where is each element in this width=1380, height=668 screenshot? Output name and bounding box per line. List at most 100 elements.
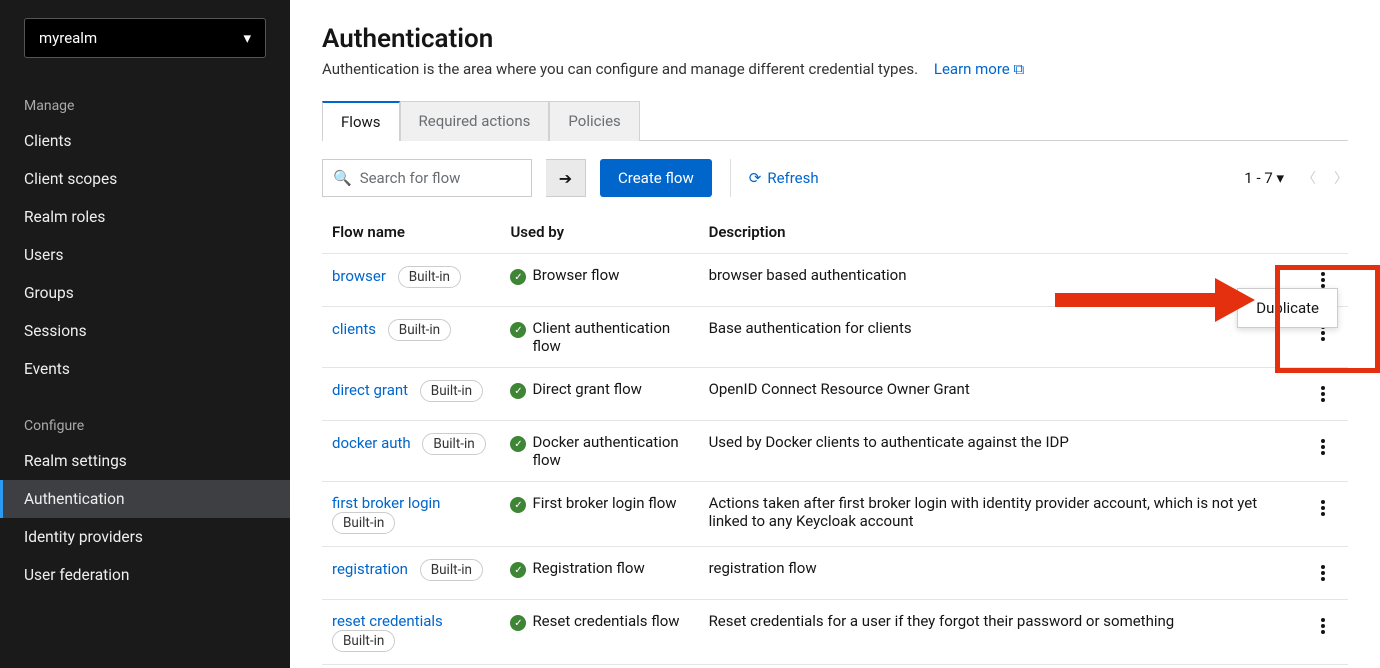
tab-policies[interactable]: Policies <box>549 101 639 141</box>
kebab-menu-button[interactable] <box>1308 380 1338 408</box>
flow-link[interactable]: clients <box>332 320 376 338</box>
table-row: browser Built-in✓Browser flowbrowser bas… <box>322 254 1348 307</box>
cell-actions <box>1298 482 1348 547</box>
table-row: registration Built-in ✓ Registration flow r… <box>322 547 1348 600</box>
check-icon: ✓ <box>510 562 526 578</box>
sidebar-item-client-scopes[interactable]: Client scopes <box>0 160 290 198</box>
used-by-text: First broker login flow <box>532 494 676 512</box>
cell-actions <box>1298 600 1348 665</box>
table-row: first broker login Built-in ✓ First broker… <box>322 482 1348 547</box>
cell-used-by: ✓ Reset credentials flow <box>500 600 698 665</box>
caret-down-icon: ▾ <box>243 29 251 47</box>
cell-description: Reset credentials for a user if they for… <box>699 600 1298 665</box>
column-header: Flow name <box>322 211 500 254</box>
cell-description: Used by Docker clients to authenticate a… <box>699 421 1298 482</box>
builtin-badge: Built-in <box>388 319 451 341</box>
column-header: Used by <box>500 211 698 254</box>
tab-required-actions[interactable]: Required actions <box>400 101 550 141</box>
learn-more-text: Learn more <box>934 60 1010 78</box>
cell-flow-name: browser Built-in <box>322 254 500 307</box>
cell-flow-name: registration Built-in <box>322 547 500 600</box>
flow-link[interactable]: reset credentials <box>332 612 443 630</box>
sidebar-item-events[interactable]: Events <box>0 350 290 388</box>
flow-link[interactable]: docker auth <box>332 434 411 452</box>
check-icon: ✓ <box>510 269 526 285</box>
builtin-badge: Built-in <box>332 630 395 652</box>
refresh-button[interactable]: ⟳ Refresh <box>749 169 819 187</box>
cell-used-by: ✓Direct grant flow <box>500 368 698 421</box>
cell-actions <box>1298 547 1348 600</box>
realm-selector[interactable]: myrealm ▾ <box>24 18 266 58</box>
cell-flow-name: direct grant Built-in <box>322 368 500 421</box>
builtin-badge: Built-in <box>332 512 395 534</box>
flow-link[interactable]: registration <box>332 560 408 578</box>
sidebar-item-realm-settings[interactable]: Realm settings <box>0 442 290 480</box>
pager-next-button[interactable]: 〉 <box>1334 168 1348 188</box>
sidebar-item-groups[interactable]: Groups <box>0 274 290 312</box>
refresh-icon: ⟳ <box>749 169 762 187</box>
sidebar-item-authentication[interactable]: Authentication <box>0 480 290 518</box>
sidebar: myrealm ▾ Manage ClientsClient scopesRea… <box>0 0 290 668</box>
check-icon: ✓ <box>510 497 526 513</box>
used-by-text: Registration flow <box>532 559 644 577</box>
sidebar-item-user-federation[interactable]: User federation <box>0 556 290 594</box>
flow-link[interactable]: browser <box>332 267 386 285</box>
main-content: Authentication Authentication is the are… <box>290 0 1380 668</box>
realm-name: myrealm <box>39 29 97 47</box>
kebab-menu-button[interactable] <box>1308 494 1338 522</box>
search-submit-button[interactable]: ➔ <box>546 159 586 197</box>
section-manage-header: Manage <box>0 90 290 122</box>
table-row: reset credentials Built-in ✓ Reset credent… <box>322 600 1348 665</box>
check-icon: ✓ <box>510 615 526 631</box>
menu-item-duplicate[interactable]: Duplicate <box>1256 299 1319 317</box>
refresh-label: Refresh <box>767 169 818 187</box>
sidebar-item-users[interactable]: Users <box>0 236 290 274</box>
toolbar: 🔍 Search for flow ➔ Create flow ⟳ Refres… <box>322 159 1348 197</box>
section-configure-header: Configure <box>0 410 290 442</box>
cell-flow-name: reset credentials Built-in <box>322 600 500 665</box>
kebab-menu-button[interactable] <box>1308 612 1338 640</box>
sidebar-item-identity-providers[interactable]: Identity providers <box>0 518 290 556</box>
used-by-text: Docker authentication flow <box>532 433 688 469</box>
search-input[interactable]: 🔍 Search for flow <box>322 159 532 197</box>
builtin-badge: Built-in <box>420 380 483 402</box>
column-actions <box>1298 211 1348 254</box>
flow-link[interactable]: direct grant <box>332 381 408 399</box>
builtin-badge: Built-in <box>422 433 485 455</box>
cell-flow-name: docker auth Built-in <box>322 421 500 482</box>
cell-description: Actions taken after first broker login w… <box>699 482 1298 547</box>
sidebar-item-clients[interactable]: Clients <box>0 122 290 160</box>
tab-flows[interactable]: Flows <box>322 101 400 141</box>
check-icon: ✓ <box>510 436 526 452</box>
cell-used-by: ✓ Registration flow <box>500 547 698 600</box>
table-row: docker auth Built-in ✓ Docker authenticati… <box>322 421 1348 482</box>
pager-range[interactable]: 1 - 7 ▾ <box>1244 169 1284 187</box>
search-placeholder: Search for flow <box>360 169 461 187</box>
used-by-text: Browser flow <box>532 266 619 284</box>
table-row: clients Built-in ✓Client authentication f… <box>322 307 1348 368</box>
cell-used-by: ✓ First broker login flow <box>500 482 698 547</box>
cell-used-by: ✓ Browser flow <box>500 254 698 307</box>
sidebar-item-realm-roles[interactable]: Realm roles <box>0 198 290 236</box>
builtin-badge: Built-in <box>398 266 461 288</box>
flows-table: Flow nameUsed byDescription browser Buil… <box>322 211 1348 665</box>
builtin-badge: Built-in <box>420 559 483 581</box>
page-title: Authentication <box>322 24 1348 54</box>
kebab-menu-button[interactable] <box>1308 559 1338 587</box>
used-by-text: Reset credentials flow <box>532 612 679 630</box>
learn-more-link[interactable]: Learn more ⧉ <box>934 60 1024 78</box>
cell-used-by: ✓Client authentication flow <box>500 307 698 368</box>
pager-text: 1 - 7 <box>1244 169 1272 187</box>
subtitle-text: Authentication is the area where you can… <box>322 60 918 78</box>
column-header: Description <box>699 211 1298 254</box>
sidebar-item-sessions[interactable]: Sessions <box>0 312 290 350</box>
external-link-icon: ⧉ <box>1014 60 1025 78</box>
cell-used-by: ✓ Docker authentication flow <box>500 421 698 482</box>
create-flow-button[interactable]: Create flow <box>600 159 712 197</box>
pager-prev-button[interactable]: 〈 <box>1302 168 1316 188</box>
cell-description: OpenID Connect Resource Owner Grant <box>699 368 1298 421</box>
used-by-text: Client authentication flow <box>532 319 688 355</box>
kebab-menu-button[interactable] <box>1308 433 1338 461</box>
flow-link[interactable]: first broker login <box>332 494 440 512</box>
table-row: direct grant Built-in✓Direct grant flowO… <box>322 368 1348 421</box>
